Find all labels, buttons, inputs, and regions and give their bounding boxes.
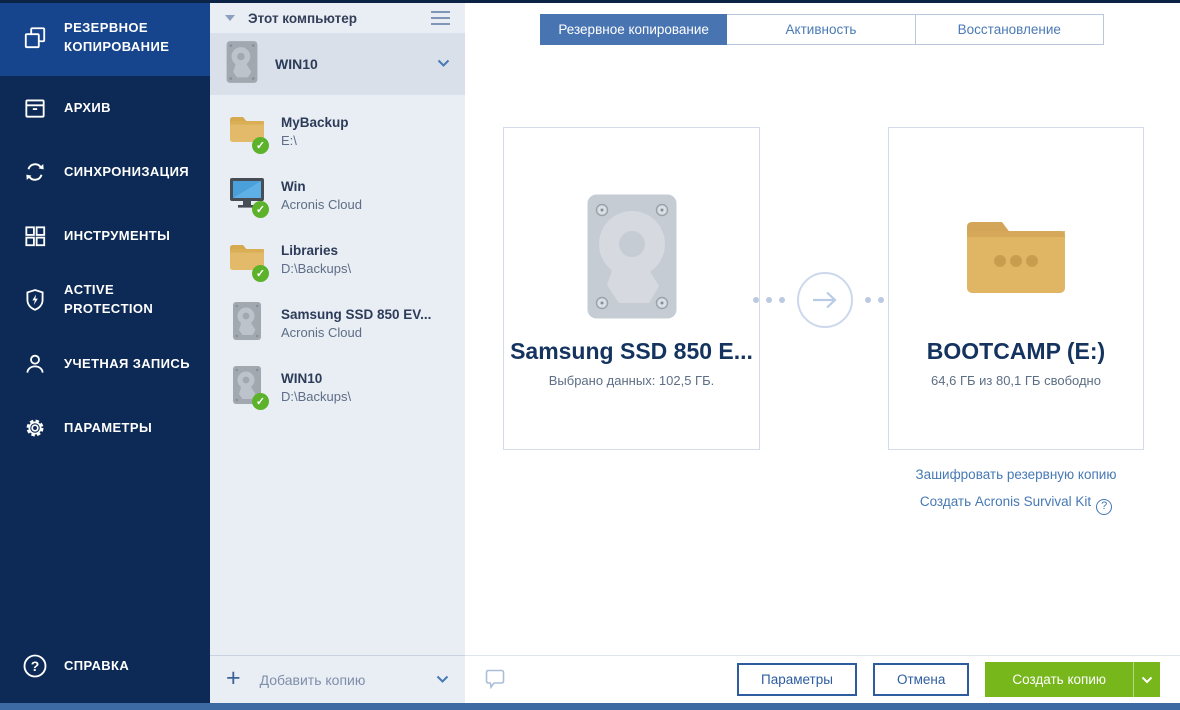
- backup-list: ✓ MyBackup E:\ ✓ Win Acronis Cloud: [210, 95, 465, 419]
- panel-title: Этот компьютер: [248, 11, 431, 26]
- backup-item-location: D:\Backups\: [281, 261, 351, 276]
- add-backup-label: Добавить копию: [260, 672, 436, 688]
- svg-text:?: ?: [31, 658, 40, 674]
- create-backup-button[interactable]: Создать копию: [985, 662, 1160, 697]
- backup-item-location: E:\: [281, 133, 349, 148]
- help-circle-icon[interactable]: ?: [1096, 499, 1112, 515]
- window-top-border: [0, 0, 1180, 3]
- backup-list-panel: Этот компьютер WIN10 ✓ MyBackup E:\: [210, 3, 465, 703]
- settings-gear-icon: [20, 415, 50, 441]
- sidebar-item-label: СПРАВКА: [64, 657, 137, 676]
- shield-bolt-icon: [20, 287, 50, 313]
- destination-card[interactable]: BOOTCAMP (E:) 64,6 ГБ из 80,1 ГБ свободн…: [888, 127, 1144, 450]
- source-card-title: Samsung SSD 850 E...: [510, 338, 753, 365]
- sidebar-item-label: СИНХРОНИЗАЦИЯ: [64, 163, 197, 182]
- selected-backup-row[interactable]: WIN10: [210, 33, 465, 95]
- backup-item-name: Libraries: [281, 243, 351, 258]
- tab-activity[interactable]: Активность: [727, 14, 915, 45]
- options-button[interactable]: Параметры: [737, 663, 857, 696]
- status-ok-badge: ✓: [252, 265, 269, 282]
- backup-item-win[interactable]: ✓ Win Acronis Cloud: [210, 163, 465, 227]
- status-ok-badge: ✓: [252, 201, 269, 218]
- tab-bar: Резервное копирование Активность Восстан…: [540, 14, 1104, 45]
- backup-panel-header: Этот компьютер: [210, 3, 465, 33]
- sidebar-item-archive[interactable]: АРХИВ: [0, 76, 210, 140]
- sidebar-item-label: ИНСТРУМЕНТЫ: [64, 227, 178, 246]
- sync-icon: [20, 159, 50, 185]
- tools-icon: [20, 223, 50, 249]
- sidebar-item-label: АРХИВ: [64, 99, 119, 118]
- backup-item-location: Acronis Cloud: [281, 325, 431, 340]
- sidebar-item-label: ПАРАМЕТРЫ: [64, 419, 160, 438]
- sidebar-item-account[interactable]: УЧЕТНАЯ ЗАПИСЬ: [0, 332, 210, 396]
- feedback-bubble-icon[interactable]: [483, 668, 507, 691]
- backup-flow-indicator: [765, 271, 885, 329]
- sidebar-item-active-protection[interactable]: ACTIVE PROTECTION: [0, 268, 210, 332]
- backup-item-name: MyBackup: [281, 115, 349, 130]
- triangle-down-icon[interactable]: [225, 15, 235, 21]
- sidebar-item-tools[interactable]: ИНСТРУМЕНТЫ: [0, 204, 210, 268]
- sidebar-item-label: УЧЕТНАЯ ЗАПИСЬ: [64, 355, 198, 374]
- hard-disk-icon: [232, 301, 262, 346]
- backup-item-location: Acronis Cloud: [281, 197, 362, 212]
- window-bottom-border: [0, 703, 1180, 710]
- selected-backup-name: WIN10: [275, 56, 437, 72]
- action-bar: Параметры Отмена Создать копию: [465, 655, 1180, 703]
- sidebar-item-settings[interactable]: ПАРАМЕТРЫ: [0, 396, 210, 460]
- status-ok-badge: ✓: [252, 393, 269, 410]
- tab-recovery[interactable]: Восстановление: [916, 14, 1104, 45]
- sidebar-item-backup[interactable]: РЕЗЕРВНОЕ КОПИРОВАНИЕ: [0, 0, 210, 76]
- account-icon: [20, 351, 50, 377]
- backup-item-win10-local[interactable]: ✓ WIN10 D:\Backups\: [210, 355, 465, 419]
- backup-item-libraries[interactable]: ✓ Libraries D:\Backups\: [210, 227, 465, 291]
- backup-item-name: WIN10: [281, 371, 351, 386]
- source-card-subtitle: Выбрано данных: 102,5 ГБ.: [549, 373, 715, 388]
- chevron-down-icon[interactable]: [436, 671, 449, 689]
- backup-icon: [20, 25, 50, 51]
- folder-icon: [963, 190, 1069, 322]
- add-backup-button[interactable]: + Добавить копию: [210, 655, 465, 703]
- destination-card-subtitle: 64,6 ГБ из 80,1 ГБ свободно: [931, 373, 1101, 388]
- archive-icon: [20, 95, 50, 121]
- backup-item-location: D:\Backups\: [281, 389, 351, 404]
- chevron-down-icon[interactable]: [437, 55, 450, 73]
- survival-kit-link[interactable]: Создать Acronis Survival Kit?: [888, 488, 1144, 515]
- backup-item-name: Samsung SSD 850 EV...: [281, 307, 431, 322]
- source-card[interactable]: Samsung SSD 850 E... Выбрано данных: 102…: [503, 127, 760, 450]
- sidebar-item-label: РЕЗЕРВНОЕ КОПИРОВАНИЕ: [64, 19, 210, 57]
- chevron-down-icon[interactable]: [1133, 662, 1160, 697]
- arrow-right-icon: [796, 271, 854, 329]
- hamburger-menu-icon[interactable]: [431, 7, 450, 28]
- option-links: Зашифровать резервную копию Создать Acro…: [888, 461, 1144, 515]
- tab-backup[interactable]: Резервное копирование: [540, 14, 727, 45]
- main-content: Резервное копирование Активность Восстан…: [465, 3, 1180, 703]
- backup-item-mybackup[interactable]: ✓ MyBackup E:\: [210, 99, 465, 163]
- plus-icon: +: [226, 666, 241, 691]
- encrypt-backup-link[interactable]: Зашифровать резервную копию: [888, 461, 1144, 488]
- sidebar-item-sync[interactable]: СИНХРОНИЗАЦИЯ: [0, 140, 210, 204]
- hard-disk-icon: [586, 190, 678, 322]
- sidebar: РЕЗЕРВНОЕ КОПИРОВАНИЕ АРХИВ СИНХРОНИЗАЦИ…: [0, 0, 210, 710]
- sidebar-spacer: [0, 460, 210, 634]
- sidebar-item-label: ACTIVE PROTECTION: [64, 281, 210, 319]
- help-circle-icon: ?: [20, 652, 50, 680]
- hard-disk-icon: [225, 40, 259, 89]
- backup-item-samsung-ssd[interactable]: Samsung SSD 850 EV... Acronis Cloud: [210, 291, 465, 355]
- status-ok-badge: ✓: [252, 137, 269, 154]
- backup-item-name: Win: [281, 179, 362, 194]
- destination-card-title: BOOTCAMP (E:): [927, 338, 1105, 365]
- sidebar-item-help[interactable]: ? СПРАВКА: [0, 634, 210, 698]
- cancel-button[interactable]: Отмена: [873, 663, 969, 696]
